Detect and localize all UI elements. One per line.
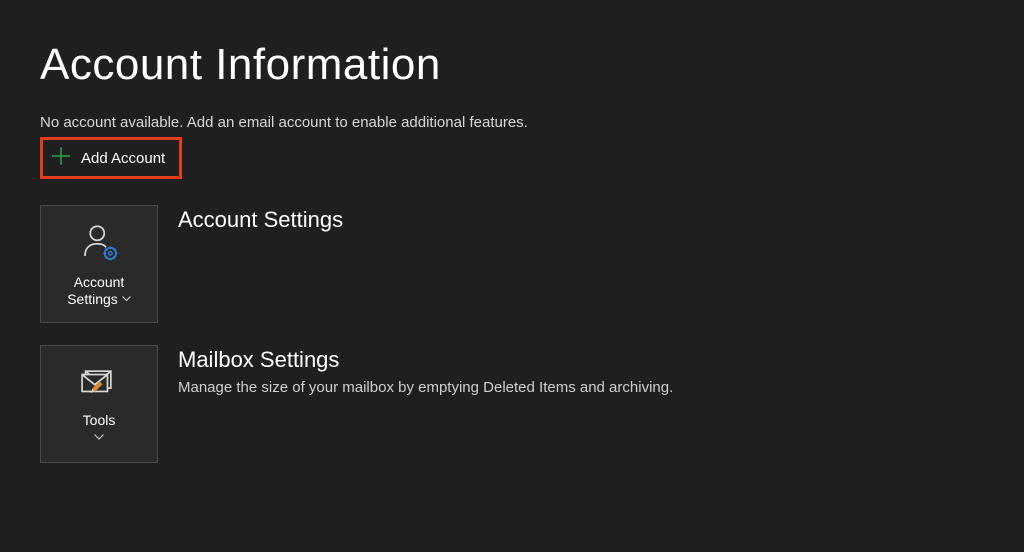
mailbox-settings-row: Tools Mailbox Settings Manage the size o… bbox=[40, 345, 1024, 463]
mailbox-settings-heading: Mailbox Settings bbox=[178, 347, 673, 373]
account-settings-button[interactable]: Account Settings bbox=[40, 205, 158, 323]
account-settings-tile-label-2: Settings bbox=[67, 291, 118, 308]
mailbox-tools-icon bbox=[77, 365, 121, 406]
tools-button[interactable]: Tools bbox=[40, 345, 158, 463]
account-settings-heading: Account Settings bbox=[178, 207, 343, 233]
plus-icon bbox=[51, 146, 71, 170]
mailbox-settings-description: Manage the size of your mailbox by empty… bbox=[178, 379, 673, 396]
account-settings-tile-label-1: Account bbox=[74, 274, 125, 291]
page-title: Account Information bbox=[40, 40, 1024, 90]
chevron-down-icon bbox=[94, 433, 104, 443]
account-settings-row: Account Settings Account Settings bbox=[40, 205, 1024, 323]
tools-tile-label: Tools bbox=[83, 412, 116, 429]
add-account-label: Add Account bbox=[81, 150, 165, 167]
person-gear-icon bbox=[78, 221, 120, 268]
add-account-button[interactable]: Add Account bbox=[40, 137, 182, 179]
chevron-down-icon bbox=[122, 294, 131, 305]
no-account-message: No account available. Add an email accou… bbox=[40, 114, 1024, 131]
